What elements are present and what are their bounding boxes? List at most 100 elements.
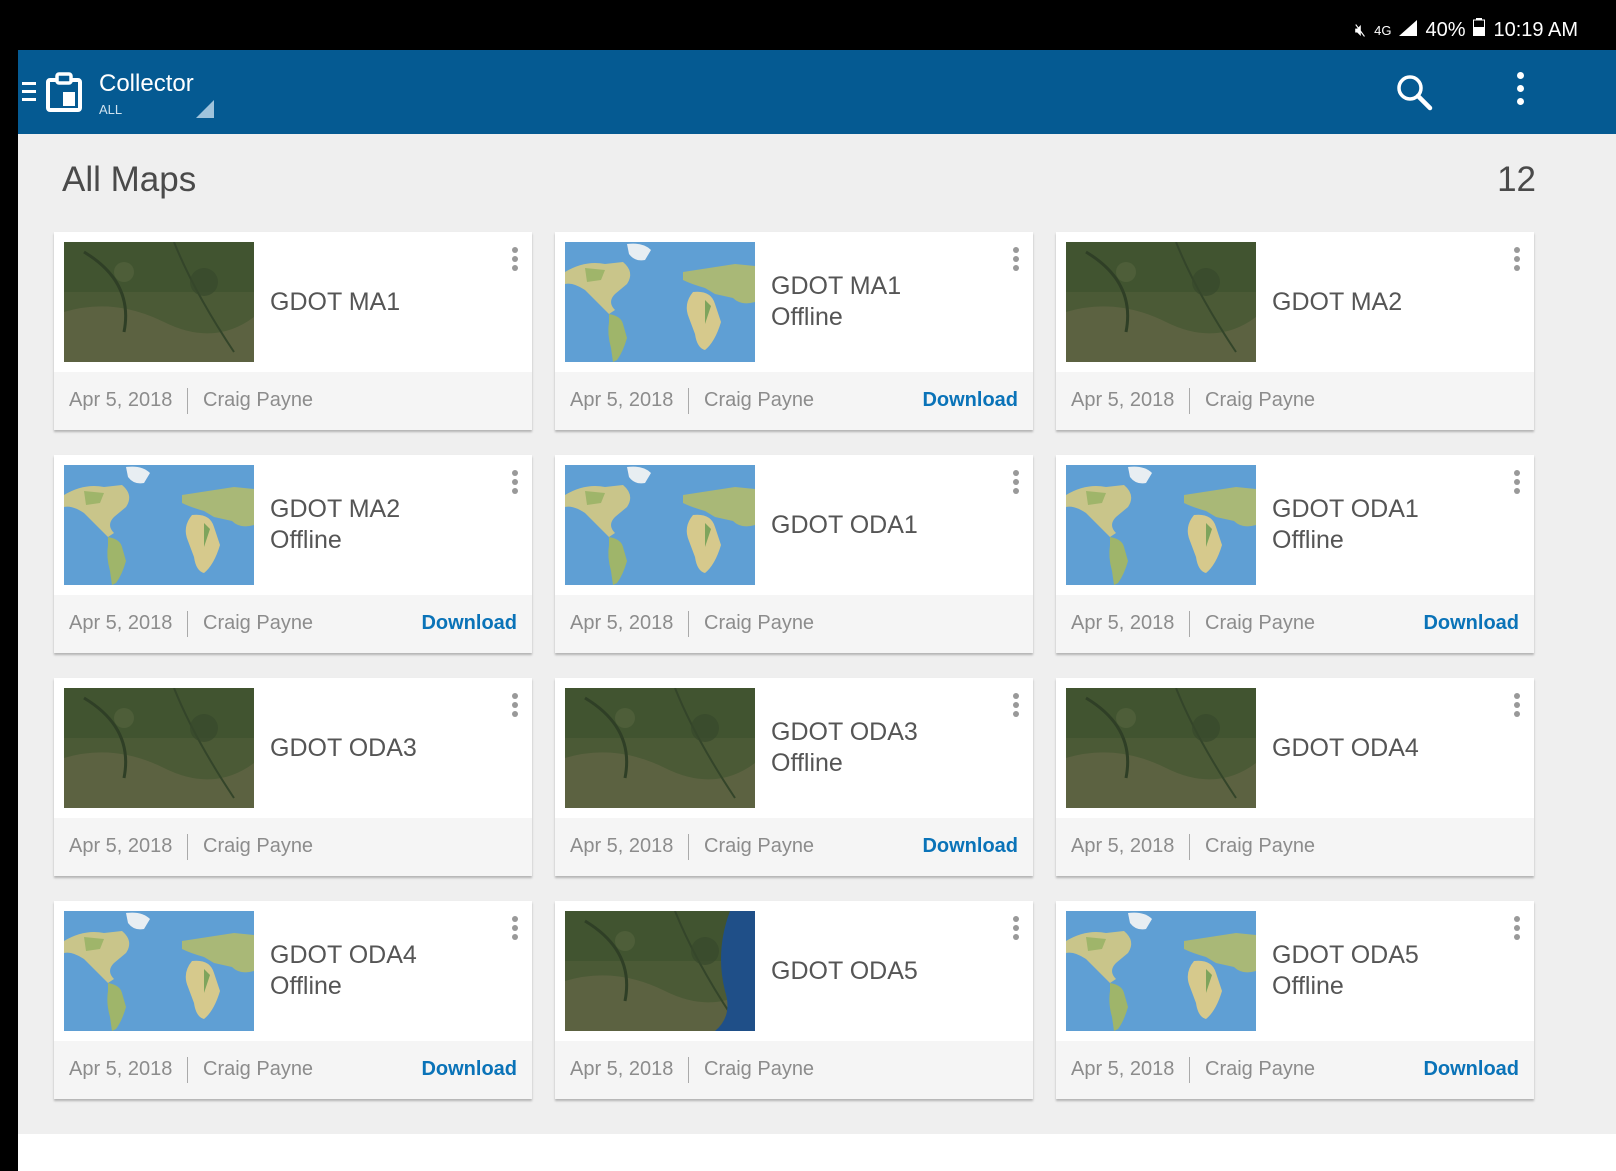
card-overflow-menu[interactable] <box>510 916 520 946</box>
status-bar: 🔇︎ 4G 40% 10:19 AM <box>18 8 1616 50</box>
map-title: GDOT ODA4 <box>1272 678 1502 818</box>
map-thumbnail[interactable] <box>565 688 755 808</box>
card-overflow-menu[interactable] <box>1512 916 1522 946</box>
map-author: Craig Payne <box>203 1058 314 1080</box>
map-name: GDOT ODA3 <box>771 718 918 746</box>
map-thumbnail[interactable] <box>64 911 254 1031</box>
map-card[interactable]: GDOT ODA3 Apr 5, 2018 Craig Payne <box>54 678 532 876</box>
map-name: GDOT ODA5 <box>771 956 918 985</box>
card-footer: Apr 5, 2018 Craig Payne <box>1056 372 1534 430</box>
map-date: Apr 5, 2018 <box>570 835 674 857</box>
menu-icon[interactable] <box>22 82 36 102</box>
card-overflow-menu[interactable] <box>1512 470 1522 500</box>
map-card[interactable]: GDOT ODA5 Apr 5, 2018 Craig Payne <box>555 901 1033 1099</box>
card-footer: Apr 5, 2018 Craig Payne <box>1056 818 1534 876</box>
map-card[interactable]: GDOT ODA3 Offline Apr 5, 2018 Craig Payn… <box>555 678 1033 876</box>
card-overflow-menu[interactable] <box>1512 247 1522 277</box>
map-card[interactable]: GDOT ODA1 Offline Apr 5, 2018 Craig Payn… <box>1056 455 1534 653</box>
map-card[interactable]: GDOT MA2 Apr 5, 2018 Craig Payne <box>1056 232 1534 430</box>
signal-icon <box>1399 19 1418 42</box>
footer-divider <box>187 611 188 637</box>
map-author: Craig Payne <box>704 612 815 634</box>
map-name: GDOT ODA4 <box>1272 733 1419 762</box>
card-overflow-menu[interactable] <box>1011 470 1021 500</box>
map-date: Apr 5, 2018 <box>570 389 674 411</box>
world-map-thumbnail-image <box>64 911 254 1031</box>
download-button[interactable]: Download <box>1423 1058 1519 1081</box>
download-button[interactable]: Download <box>421 1058 517 1081</box>
map-name: GDOT MA2 <box>270 495 401 523</box>
map-date: Apr 5, 2018 <box>570 612 674 634</box>
map-name: GDOT ODA5 <box>1272 941 1419 969</box>
download-button[interactable]: Download <box>922 389 1018 412</box>
footer-divider <box>688 1057 689 1083</box>
card-overflow-menu[interactable] <box>510 693 520 723</box>
map-title: GDOT ODA1 <box>771 455 1001 595</box>
map-title: GDOT ODA3 Offline <box>771 678 1001 818</box>
map-thumbnail[interactable] <box>64 688 254 808</box>
map-thumbnail[interactable] <box>64 465 254 585</box>
device-screen: 🔇︎ 4G 40% 10:19 AM Collector ALL All Map… <box>18 8 1616 1171</box>
app-bar: Collector ALL <box>18 50 1616 134</box>
map-author: Craig Payne <box>1205 1058 1316 1080</box>
card-footer: Apr 5, 2018 Craig Payne Download <box>54 595 532 653</box>
map-thumbnail[interactable] <box>565 465 755 585</box>
map-thumbnail[interactable] <box>1066 688 1256 808</box>
map-card[interactable]: GDOT ODA4 Apr 5, 2018 Craig Payne <box>1056 678 1534 876</box>
footer-divider <box>187 1057 188 1083</box>
search-icon <box>1397 75 1433 111</box>
battery-percent: 40% <box>1425 18 1466 41</box>
app-subtitle[interactable]: ALL <box>99 102 122 117</box>
map-author: Craig Payne <box>203 389 314 411</box>
map-card[interactable]: GDOT ODA1 Apr 5, 2018 Craig Payne <box>555 455 1033 653</box>
map-author: Craig Payne <box>1205 612 1316 634</box>
map-date: Apr 5, 2018 <box>69 612 173 634</box>
map-name: GDOT MA1 <box>270 287 401 316</box>
download-button[interactable]: Download <box>922 835 1018 858</box>
card-overflow-menu[interactable] <box>1011 916 1021 946</box>
map-card[interactable]: GDOT ODA5 Offline Apr 5, 2018 Craig Payn… <box>1056 901 1534 1099</box>
map-thumbnail[interactable] <box>64 242 254 362</box>
download-button[interactable]: Download <box>421 612 517 635</box>
card-overflow-menu[interactable] <box>1512 693 1522 723</box>
map-title: GDOT MA2 Offline <box>270 455 500 595</box>
map-card[interactable]: GDOT MA1 Offline Apr 5, 2018 Craig Payne… <box>555 232 1033 430</box>
search-button[interactable] <box>1394 72 1434 112</box>
status-indicators: 🔇︎ 4G 40% 10:19 AM <box>1355 18 1578 42</box>
app-title[interactable]: Collector <box>99 70 194 98</box>
map-author: Craig Payne <box>1205 835 1316 857</box>
map-subtitle: Offline <box>1272 526 1344 554</box>
map-thumbnail[interactable] <box>1066 911 1256 1031</box>
map-title: GDOT MA1 Offline <box>771 232 1001 372</box>
map-subtitle: Offline <box>270 526 342 554</box>
map-card[interactable]: GDOT MA2 Offline Apr 5, 2018 Craig Payne… <box>54 455 532 653</box>
card-overflow-menu[interactable] <box>510 470 520 500</box>
map-thumbnail[interactable] <box>565 911 755 1031</box>
map-name: GDOT ODA1 <box>771 510 918 539</box>
map-card[interactable]: GDOT ODA4 Offline Apr 5, 2018 Craig Payn… <box>54 901 532 1099</box>
page-title: All Maps <box>62 160 197 199</box>
footer-divider <box>187 388 188 414</box>
dropdown-triangle-icon[interactable] <box>196 100 214 118</box>
map-title: GDOT MA1 <box>270 232 500 372</box>
card-overflow-menu[interactable] <box>1011 247 1021 277</box>
download-button[interactable]: Download <box>1423 612 1519 635</box>
map-name: GDOT ODA4 <box>270 941 417 969</box>
map-date: Apr 5, 2018 <box>1071 389 1175 411</box>
map-count: 12 <box>1497 160 1536 199</box>
map-thumbnail[interactable] <box>565 242 755 362</box>
map-title: GDOT MA2 <box>1272 232 1502 372</box>
map-card[interactable]: GDOT MA1 Apr 5, 2018 Craig Payne <box>54 232 532 430</box>
map-subtitle: Offline <box>1272 972 1344 1000</box>
map-title: GDOT ODA3 <box>270 678 500 818</box>
map-thumbnail[interactable] <box>1066 242 1256 362</box>
card-footer: Apr 5, 2018 Craig Payne Download <box>1056 1041 1534 1099</box>
more-options-button[interactable] <box>1508 72 1532 112</box>
card-overflow-menu[interactable] <box>1011 693 1021 723</box>
card-overflow-menu[interactable] <box>510 247 520 277</box>
footer-divider <box>688 834 689 860</box>
world-map-thumbnail-image <box>565 465 755 585</box>
bottom-area <box>18 1134 1616 1171</box>
map-thumbnail[interactable] <box>1066 465 1256 585</box>
map-title: GDOT ODA5 Offline <box>1272 901 1502 1041</box>
